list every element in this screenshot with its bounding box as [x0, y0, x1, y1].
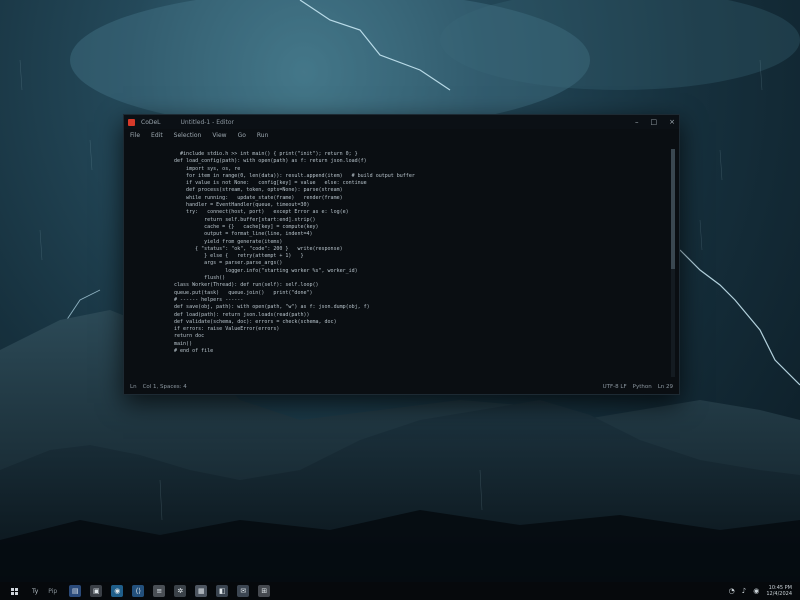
code-line[interactable]: # end of file — [168, 348, 661, 355]
file-explorer-icon[interactable]: ▤ — [69, 585, 82, 597]
taskbar: Ty Pip ▤ ▣ ◉ ⟨⟩ ≡ ✲ ▦ ◧ ✉ ⊞ ◔ ♪ ◉ 10:45 PM 12/4/2… — [0, 582, 800, 600]
code-line[interactable]: handler = EventHandler(queue, timeout=30… — [168, 202, 661, 209]
status-position[interactable]: Col 1, Spaces: 4 — [143, 384, 187, 390]
code-line[interactable]: return self.buffer[start:end].strip() — [168, 217, 661, 224]
code-line[interactable]: def process(stream, token, opts=None): p… — [168, 187, 661, 194]
code-line[interactable]: for item in range(0, len(data)): result.… — [168, 173, 661, 180]
app-logo-icon — [128, 118, 135, 126]
minimize-button[interactable]: – — [635, 115, 639, 129]
code-line[interactable]: flush() — [168, 275, 661, 282]
menu-view[interactable]: View — [212, 132, 226, 139]
code-line[interactable]: { "status": "ok", "code": 200 } write(re… — [168, 246, 661, 253]
code-line[interactable]: # ------ helpers ------ — [168, 297, 661, 304]
code-line[interactable]: def validate(schema, doc): errors = chec… — [168, 319, 661, 326]
taskbar-apps: ▤ ▣ ◉ ⟨⟩ ≡ ✲ ▦ ◧ ✉ ⊞ — [69, 585, 271, 597]
code-line[interactable] — [168, 355, 661, 362]
scrollbar-thumb[interactable] — [671, 149, 675, 269]
code-line[interactable]: yield from generate(items) — [168, 239, 661, 246]
status-encoding[interactable]: UTF-8 LF — [603, 384, 627, 390]
photos-icon[interactable]: ▦ — [195, 585, 208, 597]
code-line[interactable]: #include stdio.h >> int main() { print("… — [168, 151, 661, 158]
status-cursor[interactable]: Ln 29 — [658, 384, 673, 390]
start-button[interactable] — [6, 582, 22, 600]
code-line[interactable]: import sys, os, re — [168, 166, 661, 173]
calculator-icon[interactable]: ⊞ — [258, 585, 271, 597]
volume-icon[interactable]: ♪ — [742, 587, 746, 595]
code-editor[interactable]: #include stdio.h >> int main() { print("… — [124, 145, 679, 380]
code-line[interactable]: args = parser.parse_args() — [168, 260, 661, 267]
windows-logo-icon — [10, 587, 18, 595]
taskbar-search[interactable]: Pip — [48, 588, 57, 595]
maximize-button[interactable]: □ — [651, 115, 658, 129]
status-language[interactable]: Python — [633, 384, 652, 390]
menu-run[interactable]: Run — [257, 132, 269, 139]
code-line[interactable]: } else { retry(attempt + 1) } — [168, 253, 661, 260]
code-line[interactable]: while running: update_state(frame) rende… — [168, 195, 661, 202]
browser-icon[interactable]: ◉ — [111, 585, 124, 597]
code-line[interactable]: try: connect(host, port) except Error as… — [168, 209, 661, 216]
mail-icon[interactable]: ✉ — [237, 585, 250, 597]
code-text-area[interactable]: #include stdio.h >> int main() { print("… — [168, 151, 661, 363]
document-title: Untitled-1 - Editor — [180, 118, 234, 126]
status-line[interactable]: Ln — [130, 384, 137, 390]
code-line[interactable]: logger.info("starting worker %s", worker… — [168, 268, 661, 275]
store-icon[interactable]: ◧ — [216, 585, 229, 597]
code-line[interactable]: output = format_line(line, indent=4) — [168, 231, 661, 238]
status-bar: Ln Col 1, Spaces: 4 UTF-8 LF Python Ln 2… — [124, 380, 679, 394]
notes-icon[interactable]: ≡ — [153, 585, 166, 597]
menu-edit[interactable]: Edit — [151, 132, 163, 139]
desktop: CoDeL Untitled-1 - Editor – □ × File Edi… — [0, 0, 800, 600]
code-line[interactable]: def load(path): return json.loads(read(p… — [168, 312, 661, 319]
code-editor-icon[interactable]: ⟨⟩ — [132, 585, 145, 597]
code-editor-window[interactable]: CoDeL Untitled-1 - Editor – □ × File Edi… — [123, 114, 680, 395]
system-tray: ◔ ♪ ◉ 10:45 PM 12/4/2024 — [729, 585, 800, 597]
title-bar[interactable]: CoDeL Untitled-1 - Editor – □ × — [124, 115, 679, 129]
close-button[interactable]: × — [669, 115, 675, 129]
window-title: CoDeL — [141, 118, 161, 126]
menu-selection[interactable]: Selection — [174, 132, 202, 139]
taskbar-widget[interactable]: Ty — [32, 588, 38, 595]
code-line[interactable]: cache = {} cache[key] = compute(key) — [168, 224, 661, 231]
code-line[interactable]: class Worker(Thread): def run(self): sel… — [168, 282, 661, 289]
code-line[interactable]: if errors: raise ValueError(errors) — [168, 326, 661, 333]
lightning-bolt — [679, 249, 800, 386]
menu-file[interactable]: File — [130, 132, 140, 139]
code-line[interactable]: def load_config(path): with open(path) a… — [168, 158, 661, 165]
code-line[interactable]: def save(obj, path): with open(path, "w"… — [168, 304, 661, 311]
terminal-icon[interactable]: ▣ — [90, 585, 103, 597]
network-icon[interactable]: ◔ — [729, 587, 735, 595]
settings-icon[interactable]: ✲ — [174, 585, 187, 597]
menu-go[interactable]: Go — [238, 132, 246, 139]
menu-bar: File Edit Selection View Go Run — [124, 129, 679, 141]
clock-date: 12/4/2024 — [766, 591, 792, 597]
battery-icon[interactable]: ◉ — [753, 587, 759, 595]
clock[interactable]: 10:45 PM 12/4/2024 — [766, 585, 792, 597]
vertical-scrollbar[interactable] — [671, 149, 675, 377]
code-line[interactable]: main() — [168, 341, 661, 348]
code-line[interactable]: queue.put(task) queue.join() print("done… — [168, 290, 661, 297]
code-line[interactable]: return doc — [168, 333, 661, 340]
code-line[interactable]: if value is not None: config[key] = valu… — [168, 180, 661, 187]
